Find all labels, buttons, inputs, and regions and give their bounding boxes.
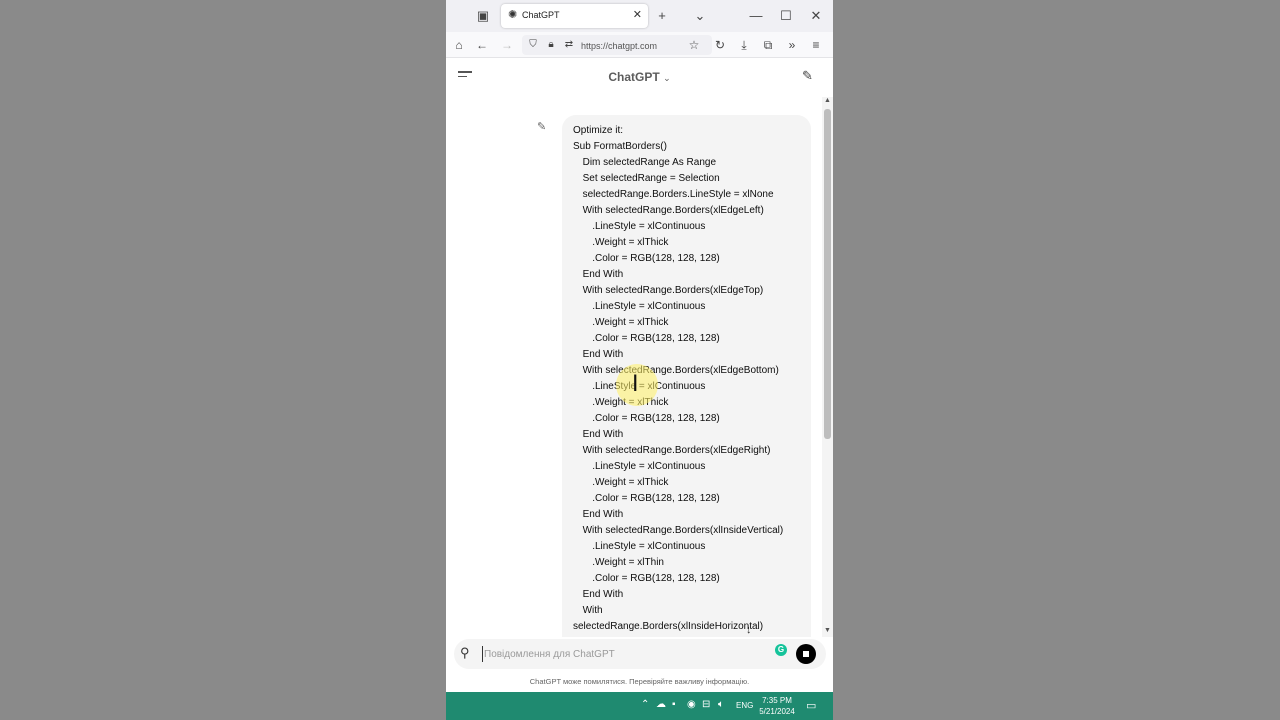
tab-list-icon[interactable]: ▣ <box>473 6 493 26</box>
message-composer: ⚲ G <box>454 639 826 669</box>
message-line: Set selectedRange = Selection <box>582 173 720 184</box>
new-tab-icon[interactable]: + <box>652 6 672 26</box>
message-line: selectedRange.Borders.LineStyle = xlNone <box>582 189 774 200</box>
message-line: Optimize it: <box>573 125 624 136</box>
clock-date[interactable]: 5/21/2024 <box>756 707 798 716</box>
scroll-down-arrow-icon[interactable]: ↓ <box>746 624 752 636</box>
bookmark-star-icon[interactable]: ☆ <box>685 35 703 55</box>
cloud-icon[interactable]: ☁ <box>656 699 666 710</box>
url-text: https://chatgpt.com <box>581 41 658 51</box>
scroll-thumb[interactable] <box>824 109 831 439</box>
message-line: .Weight = xlThin <box>592 557 664 568</box>
model-selector[interactable]: ChatGPT ⌄ <box>446 70 833 84</box>
address-bar[interactable]: ⛉ 🔒︎ ⇄ https://chatgpt.com <box>522 35 712 55</box>
scrollbar[interactable]: ▲ ▼ <box>822 97 833 637</box>
close-window-icon[interactable]: ✕ <box>806 6 826 26</box>
message-line: End With <box>582 269 624 280</box>
paperclip-icon[interactable]: ⚲ <box>460 645 470 661</box>
message-line: With selectedRange.Borders(xlEdgeLeft) <box>582 205 764 216</box>
text-cursor-icon: I <box>632 372 639 397</box>
message-line: .LineStyle = xlContinuous <box>592 301 706 312</box>
message-line: End With <box>582 429 624 440</box>
grammarly-icon[interactable]: G <box>775 644 787 656</box>
chat-title-text: ChatGPT <box>608 70 660 84</box>
message-line: .LineStyle = xlContinuous <box>592 381 706 392</box>
forward-icon[interactable]: → <box>498 35 516 55</box>
stop-icon <box>803 651 809 657</box>
back-icon[interactable]: ← <box>473 35 491 55</box>
message-line: With selectedRange.Borders(xlEdgeTop) <box>582 285 764 296</box>
tab-title: ChatGPT <box>522 10 560 20</box>
reload-icon[interactable]: ↻ <box>711 35 729 55</box>
lock-icon[interactable]: 🔒︎ <box>542 35 560 55</box>
network-icon[interactable]: ⊟ <box>702 699 710 710</box>
chat-header: ChatGPT ⌄ ✎ <box>446 59 833 97</box>
close-tab-icon[interactable]: ✕ <box>633 8 642 21</box>
overflow-chevrons-icon[interactable]: » <box>783 35 801 55</box>
message-input[interactable] <box>482 646 752 662</box>
message-line: .Weight = xlThick <box>592 477 669 488</box>
maximize-icon[interactable]: ☐ <box>776 6 796 26</box>
scroll-down-icon[interactable]: ▼ <box>822 627 833 637</box>
message-line: .Weight = xlThick <box>592 237 669 248</box>
chevron-down-icon[interactable]: ⌄ <box>690 6 710 26</box>
message-line: .Color = RGB(128, 128, 128) <box>592 333 720 344</box>
home-icon[interactable]: ⌂ <box>450 35 468 55</box>
message-line: End With <box>582 349 624 360</box>
language-indicator[interactable]: ENG <box>736 701 753 710</box>
color-app-icon[interactable]: ◉ <box>687 699 696 710</box>
message-line: Dim selectedRange As Range <box>582 157 717 168</box>
volume-icon[interactable]: 🔈︎ <box>718 699 724 710</box>
message-line: With selectedRange.Borders(xlInsideVerti… <box>582 525 784 536</box>
hamburger-menu-icon[interactable]: ≡ <box>807 35 825 55</box>
message-line: .Color = RGB(128, 128, 128) <box>592 573 720 584</box>
message-line: selectedRange.Borders(xlInsideHorizontal… <box>573 621 764 632</box>
stop-generating-button[interactable] <box>796 644 816 664</box>
message-line: With selectedRange.Borders(xlEdgeBottom) <box>582 365 779 376</box>
message-line: .Color = RGB(128, 128, 128) <box>592 413 720 424</box>
message-line: .Color = RGB(128, 128, 128) <box>592 493 720 504</box>
message-line: With <box>582 605 603 616</box>
message-line: .LineStyle = xlContinuous <box>592 221 706 232</box>
browser-window: ▣ ✺ ChatGPT ✕ + ⌄ — ☐ ✕ ⌂ ← → ⛉ 🔒︎ ⇄ htt… <box>446 0 833 720</box>
message-line: .Weight = xlThick <box>592 397 669 408</box>
minimize-icon[interactable]: — <box>746 6 766 26</box>
chevron-up-icon[interactable]: ⌃ <box>641 699 649 710</box>
message-line: .Color = RGB(128, 128, 128) <box>592 253 720 264</box>
chatgpt-favicon-icon: ✺ <box>508 9 518 21</box>
message-line: .LineStyle = xlContinuous <box>592 461 706 472</box>
permissions-icon[interactable]: ⇄ <box>560 35 578 55</box>
message-line: End With <box>582 509 624 520</box>
download-icon[interactable]: ⤓ <box>735 35 753 55</box>
windows-taskbar: ⌃ ☁ ▪ ◉ ⊟ 🔈︎ ENG 7:35 PM 5/21/2024 ▭ <box>446 692 833 720</box>
chevron-down-icon: ⌄ <box>663 73 671 83</box>
message-line: End With <box>582 589 624 600</box>
disclaimer-text: ChatGPT може помилятися. Перевіряйте важ… <box>529 677 750 686</box>
shield-icon[interactable]: ⛉ <box>524 35 542 55</box>
user-message-bubble: Optimize it: Sub FormatBorders() Dim selec… <box>562 115 811 637</box>
message-text: Optimize it: Sub FormatBorders() Dim selec… <box>573 123 811 635</box>
message-line: With selectedRange.Borders(xlEdgeRight) <box>582 445 771 456</box>
tab-chatgpt[interactable]: ✺ ChatGPT ✕ <box>501 4 648 28</box>
scroll-up-icon[interactable]: ▲ <box>822 97 833 107</box>
navigation-bar: ⌂ ← → ⛉ 🔒︎ ⇄ https://chatgpt.com ☆ ↻ ⤓ ⧉… <box>446 32 833 58</box>
notifications-icon[interactable]: ▭ <box>806 699 816 712</box>
new-chat-icon[interactable]: ✎ <box>802 68 818 84</box>
tab-strip: ▣ ✺ ChatGPT ✕ + ⌄ — ☐ ✕ <box>446 0 833 32</box>
message-line: Sub FormatBorders() <box>573 141 667 152</box>
extensions-icon[interactable]: ⧉ <box>759 35 777 55</box>
app-tray-icon[interactable]: ▪ <box>672 699 676 710</box>
clock-time[interactable]: 7:35 PM <box>756 696 798 705</box>
message-line: .LineStyle = xlContinuous <box>592 541 706 552</box>
message-line: .Weight = xlThick <box>592 317 669 328</box>
edit-message-icon[interactable]: ✎ <box>537 120 546 133</box>
